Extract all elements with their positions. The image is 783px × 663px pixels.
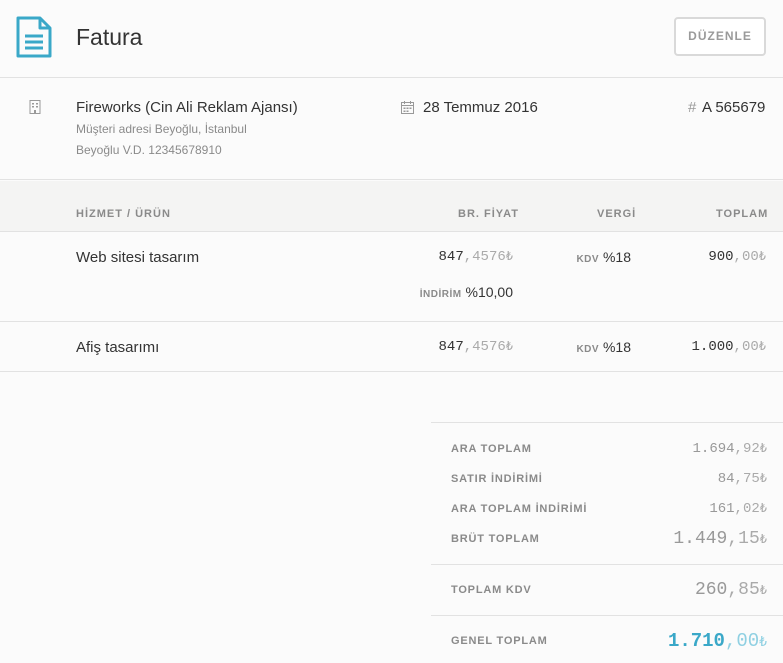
totals-divider (431, 564, 783, 565)
line-discount-value: 84,75₺ (717, 471, 767, 487)
line-discount-label: SATIR İNDİRİMİ (451, 473, 543, 485)
item-total: 900,00₺ (708, 249, 766, 265)
table-row: Web sitesi tasarım 847,4576₺ KDV %18 900… (0, 232, 783, 322)
invoice-date: 28 Temmuz 2016 (423, 99, 538, 116)
client-address: Müşteri adresi Beyoğlu, İstanbul (76, 122, 247, 136)
totals-divider (431, 615, 783, 616)
item-discount: İNDİRİM %10,00 (419, 284, 513, 300)
table-row: Afiş tasarımı 847,4576₺ KDV %18 1.000,00… (0, 322, 783, 372)
hash-icon: # (688, 99, 697, 116)
column-header-tax: VERGİ (597, 208, 637, 220)
client-name: Fireworks (Cin Ali Reklam Ajansı) (76, 99, 298, 116)
building-icon (29, 100, 41, 114)
item-unit-price: 847,4576₺ (438, 339, 513, 355)
invoice-number: A 565679 (702, 99, 766, 116)
item-name: Web sitesi tasarım (76, 249, 200, 266)
subtotal-discount-value: 161,02₺ (709, 501, 767, 517)
subtotal-value: 1.694,92₺ (692, 441, 767, 457)
column-header-unit-price: BR. FİYAT (458, 208, 519, 220)
column-header-total: TOPLAM (716, 208, 769, 220)
items-table-header: HİZMET / ÜRÜN BR. FİYAT VERGİ TOPLAM (0, 181, 783, 232)
edit-button[interactable]: DÜZENLE (674, 17, 766, 56)
subtotal-label: ARA TOPLAM (451, 443, 532, 455)
grand-total-value: 1.710,00₺ (667, 630, 767, 652)
item-unit-price: 847,4576₺ (438, 249, 513, 265)
column-header-item: HİZMET / ÜRÜN (76, 208, 171, 220)
item-name: Afiş tasarımı (76, 339, 160, 356)
grand-total-label: GENEL TOPLAM (451, 635, 548, 647)
totals-panel: ARA TOPLAM 1.694,92₺ SATIR İNDİRİMİ 84,7… (431, 422, 783, 663)
subtotal-discount-label: ARA TOPLAM İNDİRİMİ (451, 503, 588, 515)
client-info: Fireworks (Cin Ali Reklam Ajansı) Müşter… (0, 78, 783, 180)
item-total: 1.000,00₺ (691, 339, 766, 355)
gross-total-value: 1.449,15₺ (673, 529, 767, 549)
page-title: Fatura (76, 24, 143, 50)
invoice-header: Fatura DÜZENLE (0, 0, 783, 78)
vat-total-label: TOPLAM KDV (451, 584, 532, 596)
calendar-icon (401, 101, 414, 114)
item-tax: KDV %18 (576, 249, 631, 265)
document-icon (16, 16, 52, 58)
item-tax: KDV %18 (576, 339, 631, 355)
gross-total-label: BRÜT TOPLAM (451, 533, 540, 545)
vat-total-value: 260,85₺ (694, 580, 767, 600)
client-tax-info: Beyoğlu V.D. 12345678910 (76, 143, 222, 157)
